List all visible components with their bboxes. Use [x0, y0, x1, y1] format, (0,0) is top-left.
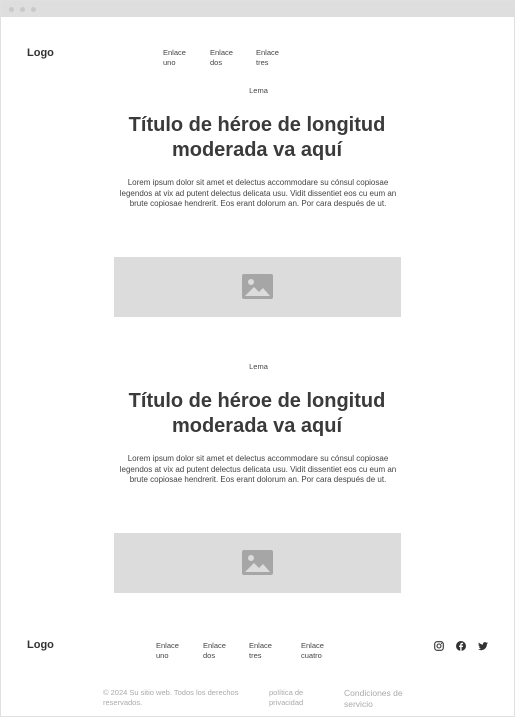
- window-dot: [9, 7, 14, 12]
- nav-link-label: Enlace: [163, 48, 186, 57]
- image-placeholder: [114, 257, 401, 317]
- footer-link-label: Enlace: [156, 641, 179, 650]
- hero-title-line: moderada va aquí: [171, 415, 343, 437]
- nav-link-label: uno: [163, 58, 176, 67]
- footer-link-dos[interactable]: Enlace dos: [203, 641, 226, 661]
- footer-logo[interactable]: Logo: [27, 639, 54, 651]
- footer-link-uno[interactable]: Enlace uno: [156, 641, 179, 661]
- page-frame: Logo Enlace uno Enlace dos Enlace tres L…: [0, 0, 515, 717]
- terms-link-label: Condiciones de: [344, 688, 403, 698]
- hero-body: Lorem ipsum dolor sit amet et delectus a…: [119, 454, 397, 484]
- image-placeholder: [114, 533, 401, 593]
- image-icon: [242, 274, 273, 299]
- instagram-icon[interactable]: [434, 641, 444, 651]
- nav-link-label: Enlace: [210, 48, 233, 57]
- footer-link-tres[interactable]: Enlace tres: [249, 641, 272, 661]
- copyright-line: © 2024 Su sitio web. Todos los derechos: [103, 688, 239, 697]
- terms-link[interactable]: Condiciones de servicio: [344, 688, 403, 710]
- nav-link-label: Enlace: [256, 48, 279, 57]
- hero-title-line: Título de héroe de longitud: [128, 390, 386, 412]
- terms-link-label: servicio: [344, 699, 373, 709]
- nav-link-uno[interactable]: Enlace uno: [163, 48, 197, 68]
- footer-link-label: tres: [249, 651, 262, 660]
- hero-title: Título de héroe de longitud moderada va …: [111, 389, 403, 439]
- footer-link-label: Enlace: [301, 641, 324, 650]
- twitter-icon[interactable]: [478, 641, 488, 651]
- window-dot: [31, 7, 36, 12]
- hero-tagline: Lema: [249, 86, 268, 95]
- footer-link-label: uno: [156, 651, 169, 660]
- hero-body: Lorem ipsum dolor sit amet et delectus a…: [119, 178, 397, 208]
- window-chrome: [1, 1, 515, 17]
- nav-link-dos[interactable]: Enlace dos: [210, 48, 244, 68]
- header-logo[interactable]: Logo: [27, 47, 54, 59]
- copyright-line: reservados.: [103, 698, 143, 707]
- hero-title-line: Título de héroe de longitud: [128, 114, 386, 136]
- nav-link-tres[interactable]: Enlace tres: [256, 48, 290, 68]
- privacy-link[interactable]: política de privacidad: [269, 688, 303, 708]
- footer-link-label: cuatro: [301, 651, 322, 660]
- facebook-icon[interactable]: [456, 641, 466, 651]
- footer-link-label: Enlace: [249, 641, 272, 650]
- window-dot: [20, 7, 25, 12]
- footer-link-label: Enlace: [203, 641, 226, 650]
- footer-link-cuatro[interactable]: Enlace cuatro: [301, 641, 324, 661]
- privacy-link-label: política de: [269, 688, 304, 697]
- nav-link-label: tres: [256, 58, 269, 67]
- footer-link-label: dos: [203, 651, 216, 660]
- copyright-text: © 2024 Su sitio web. Todos los derechos …: [103, 688, 238, 708]
- hero-tagline: Lema: [249, 362, 268, 371]
- image-icon: [242, 550, 273, 575]
- hero-title-line: moderada va aquí: [171, 139, 343, 161]
- hero-title: Título de héroe de longitud moderada va …: [111, 113, 403, 163]
- nav-link-label: dos: [210, 58, 223, 67]
- privacy-link-label: privacidad: [269, 698, 304, 707]
